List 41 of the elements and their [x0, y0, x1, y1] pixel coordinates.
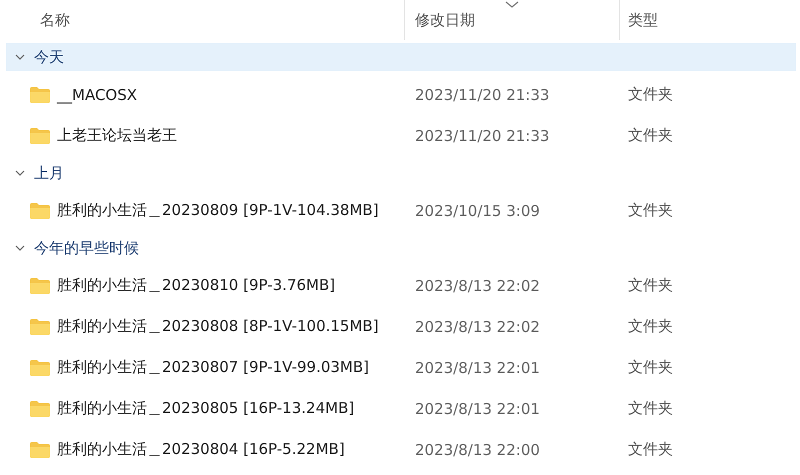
group-header[interactable]: 今天: [6, 43, 796, 71]
file-name[interactable]: 胜利的小生活＿20230808 [8P-1V-100.15MB]: [57, 317, 379, 336]
modified-date: 2023/11/20 21:33: [415, 86, 550, 104]
group-header[interactable]: 上月: [6, 159, 796, 187]
file-type: 文件夹: [628, 276, 673, 294]
modified-date: 2023/8/13 22:02: [415, 318, 540, 336]
group-label: 今天: [34, 48, 64, 66]
group-label: 今年的早些时候: [34, 238, 139, 258]
file-name[interactable]: 胜利的小生活＿20230804 [16P-5.22MB]: [57, 440, 345, 459]
file-type: 文件夹: [628, 358, 673, 376]
modified-date: 2023/8/13 22:01: [415, 358, 540, 376]
folder-icon: [30, 442, 50, 458]
file-name[interactable]: 上老王论坛当老王: [57, 126, 177, 145]
column-header[interactable]: 修改日期: [415, 10, 475, 30]
modified-date: 2023/8/13 22:01: [415, 400, 540, 418]
folder-icon: [30, 128, 50, 144]
file-name[interactable]: 胜利的小生活＿20230805 [16P-13.24MB]: [57, 399, 354, 418]
file-name[interactable]: 胜利的小生活＿20230807 [9P-1V-99.03MB]: [57, 358, 370, 377]
modified-date: 2023/8/13 22:02: [415, 276, 540, 294]
file-type: 文件夹: [628, 399, 673, 417]
file-name[interactable]: 胜利的小生活＿20230809 [9P-1V-104.38MB]: [57, 201, 379, 220]
folder-icon: [30, 318, 50, 334]
file-type: 文件夹: [628, 201, 673, 219]
modified-date: 2023/8/13 22:00: [415, 440, 540, 458]
folder-icon: [30, 202, 50, 218]
column-header[interactable]: 类型: [628, 10, 658, 30]
file-type: 文件夹: [628, 85, 673, 103]
group-label: 上月: [34, 164, 64, 182]
file-name[interactable]: 胜利的小生活＿20230810 [9P-3.76MB]: [57, 276, 336, 295]
file-name[interactable]: __MACOSX: [57, 86, 138, 104]
file-type: 文件夹: [628, 440, 673, 458]
modified-date: 2023/10/15 3:09: [415, 202, 540, 220]
folder-icon: [30, 360, 50, 376]
file-type: 文件夹: [628, 126, 673, 144]
folder-icon: [30, 278, 50, 294]
group-header[interactable]: 今年的早些时候: [6, 234, 796, 262]
file-type: 文件夹: [628, 317, 673, 335]
modified-date: 2023/11/20 21:33: [415, 126, 550, 144]
folder-icon: [30, 400, 50, 416]
column-header[interactable]: 名称: [40, 10, 70, 30]
folder-icon: [30, 86, 50, 102]
